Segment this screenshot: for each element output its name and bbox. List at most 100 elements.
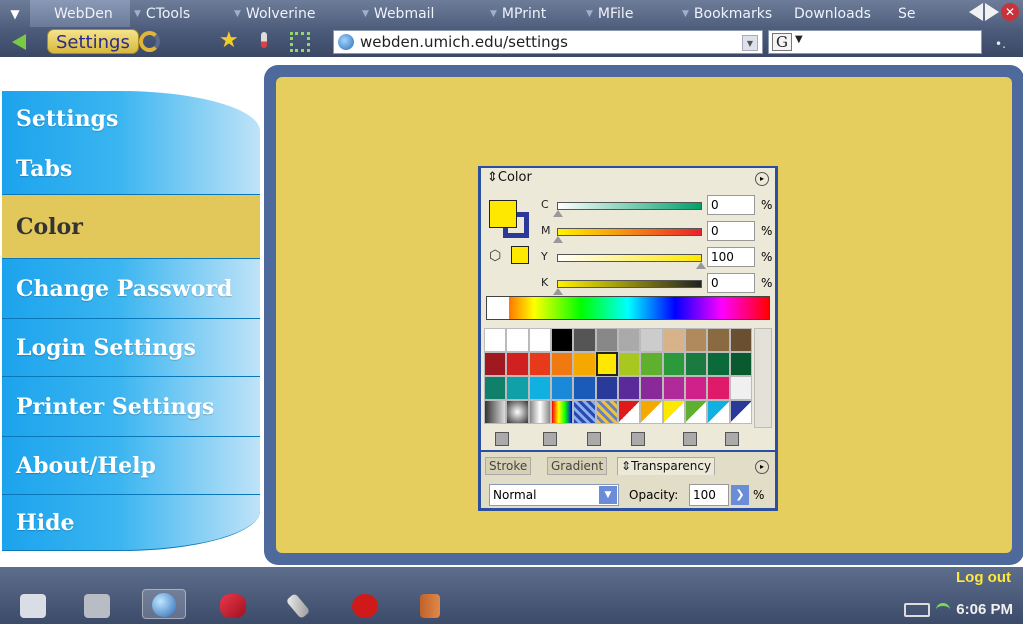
swatch[interactable] [662, 328, 685, 352]
swatch[interactable] [573, 352, 596, 376]
blend-mode-select[interactable]: Normal ▼ [489, 484, 619, 506]
panel-menu-icon[interactable]: ▸ [755, 172, 769, 186]
swatch[interactable] [707, 400, 730, 424]
tab-webmail[interactable]: ▼ Webmail [358, 0, 486, 27]
swatch[interactable] [506, 352, 529, 376]
chevron-right-icon[interactable]: ❯ [731, 485, 749, 505]
tab-webden[interactable]: WebDen [30, 0, 130, 27]
close-icon[interactable]: ✕ [1001, 3, 1019, 21]
swatch[interactable] [618, 328, 641, 352]
magenta-value-input[interactable]: 0 [707, 221, 755, 241]
show-color-swatches-icon[interactable] [543, 432, 557, 446]
magenta-slider[interactable] [557, 228, 702, 236]
tab-bookmarks[interactable]: ▼ Bookmarks [678, 0, 790, 27]
sidebar-item-settings[interactable]: Settings [2, 91, 260, 147]
swatch[interactable] [662, 400, 685, 424]
back-arrow-icon[interactable] [12, 34, 26, 50]
robot-app-icon[interactable] [20, 594, 46, 618]
wifi-icon[interactable] [936, 602, 951, 617]
logout-link[interactable]: Log out [956, 569, 1011, 586]
url-bar[interactable]: webden.umich.edu/settings ▼ [333, 30, 763, 54]
slider-thumb[interactable] [553, 236, 563, 243]
tab-transparency[interactable]: ⇕Transparency [617, 457, 716, 475]
guitar-app-icon[interactable] [220, 594, 246, 618]
swatch[interactable] [595, 328, 618, 352]
swatch-selected[interactable] [595, 352, 618, 376]
swatch[interactable] [729, 352, 752, 376]
swatch[interactable] [551, 400, 574, 424]
cyan-slider[interactable] [557, 202, 702, 210]
swatch[interactable] [528, 328, 551, 352]
sidebar-item-hide[interactable]: Hide [2, 495, 260, 551]
swatch[interactable] [551, 328, 574, 352]
swatch[interactable] [528, 376, 551, 400]
slider-thumb[interactable] [696, 262, 706, 269]
swatch[interactable] [729, 376, 752, 400]
scroll-right-icon[interactable] [985, 3, 999, 21]
camera-app-icon[interactable] [84, 594, 110, 618]
pencil-app-icon[interactable] [285, 592, 311, 620]
search-engine-icon[interactable]: G [772, 33, 792, 51]
sidebar-item-login-settings[interactable]: Login Settings [2, 319, 260, 377]
swatch[interactable] [685, 328, 708, 352]
scroll-left-icon[interactable] [969, 3, 983, 21]
swatch[interactable] [551, 352, 574, 376]
trash-icon[interactable] [725, 432, 739, 446]
swatch[interactable] [595, 376, 618, 400]
swatch[interactable] [685, 352, 708, 376]
sidebar-item-printer-settings[interactable]: Printer Settings [2, 377, 260, 437]
swatch[interactable] [685, 376, 708, 400]
url-text[interactable]: webden.umich.edu/settings [360, 33, 568, 51]
swatch[interactable] [640, 352, 663, 376]
black-value-input[interactable]: 0 [707, 273, 755, 293]
swatch[interactable] [573, 328, 596, 352]
swatch[interactable] [506, 376, 529, 400]
thermometer-icon[interactable] [261, 32, 267, 48]
fill-swatch[interactable] [489, 200, 517, 228]
swatch[interactable] [506, 400, 529, 424]
swatch-scrollbar[interactable] [754, 328, 772, 428]
swatch[interactable] [662, 352, 685, 376]
swatch[interactable] [573, 400, 596, 424]
tab-ctools[interactable]: ▼ CTools [130, 0, 230, 27]
swatch[interactable] [484, 400, 507, 424]
swatch[interactable] [707, 376, 730, 400]
book-app-icon[interactable] [420, 594, 440, 618]
black-slider[interactable] [557, 280, 702, 288]
swatch[interactable] [618, 352, 641, 376]
sidebar-item-color[interactable]: Color [2, 195, 260, 259]
swatch[interactable] [685, 400, 708, 424]
fullscreen-icon[interactable] [290, 32, 310, 52]
tab-gradient[interactable]: Gradient [547, 457, 608, 475]
menu-dots-icon[interactable]: •. [995, 37, 1006, 51]
swatch[interactable] [506, 328, 529, 352]
url-dropdown-button[interactable]: ▼ [742, 35, 758, 51]
reload-icon[interactable] [139, 31, 160, 52]
tab-wolverine[interactable]: ▼ Wolverine [230, 0, 358, 27]
swatch[interactable] [707, 352, 730, 376]
chat-app-icon[interactable] [352, 594, 378, 618]
show-gradient-swatches-icon[interactable] [587, 432, 601, 446]
tab-menu-button[interactable]: ▼ [0, 0, 30, 27]
panel-menu-icon[interactable]: ▸ [755, 460, 769, 474]
new-swatch-icon[interactable] [683, 432, 697, 446]
bookmark-star-icon[interactable]: ★ [219, 29, 239, 53]
swatch[interactable] [640, 400, 663, 424]
sidebar-item-about-help[interactable]: About/Help [2, 437, 260, 495]
battery-icon[interactable] [904, 602, 931, 617]
chevron-down-icon[interactable]: ▼ [795, 34, 803, 45]
cyan-value-input[interactable]: 0 [707, 195, 755, 215]
sidebar-item-tabs[interactable]: Tabs [2, 143, 260, 195]
opacity-input[interactable]: 100 [689, 484, 729, 506]
swatch[interactable] [640, 328, 663, 352]
swatch[interactable] [528, 400, 551, 424]
swatch[interactable] [729, 400, 752, 424]
swatch[interactable] [662, 376, 685, 400]
tab-stroke[interactable]: Stroke [485, 457, 532, 475]
search-box[interactable]: G ▼ [768, 30, 982, 54]
yellow-slider[interactable] [557, 254, 702, 262]
chevron-down-icon[interactable]: ▼ [599, 486, 617, 504]
swatch[interactable] [618, 376, 641, 400]
swatch[interactable] [618, 400, 641, 424]
slider-thumb[interactable] [553, 288, 563, 295]
